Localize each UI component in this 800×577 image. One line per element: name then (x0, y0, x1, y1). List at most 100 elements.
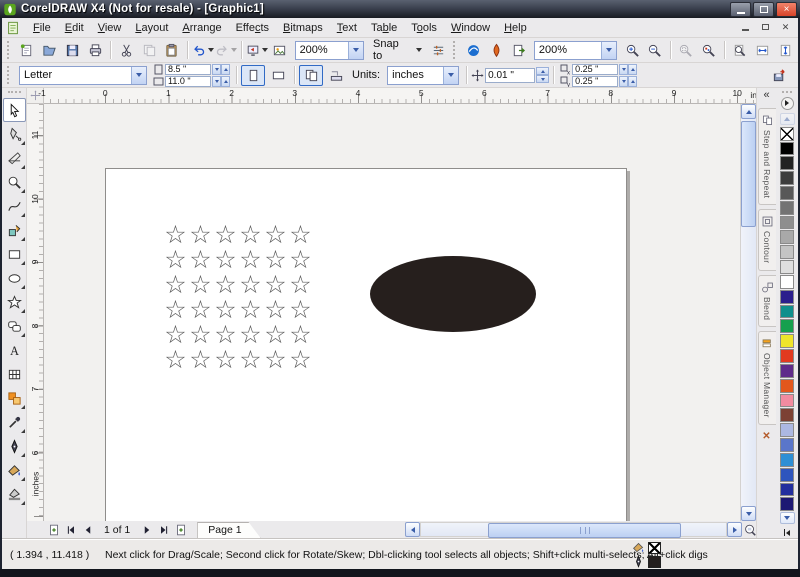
color-swatch[interactable] (780, 142, 794, 156)
options-button[interactable] (428, 40, 450, 61)
color-swatch[interactable] (780, 305, 794, 319)
all-pages-button[interactable] (299, 65, 323, 86)
color-swatch[interactable] (780, 156, 794, 170)
freehand-tool[interactable] (3, 194, 26, 218)
add-page-button[interactable] (45, 523, 62, 538)
star-grid-object[interactable]: ☆☆☆☆☆☆☆☆☆☆☆☆☆☆☆☆☆☆☆☆☆☆☆☆☆☆☆☆☆☆☆☆☆☆☆☆ (163, 222, 319, 372)
save-settings-button[interactable] (768, 65, 790, 86)
menu-file[interactable]: File (26, 19, 58, 37)
zoom-to-width-button[interactable] (751, 40, 773, 61)
color-swatch[interactable] (780, 245, 794, 259)
pick-tool[interactable] (3, 98, 26, 122)
color-swatch[interactable] (780, 468, 794, 482)
outline-pen-tool[interactable] (3, 434, 26, 458)
fill-tool[interactable] (3, 458, 26, 482)
zoom-to-page-button[interactable] (728, 40, 750, 61)
paper-width-up-button[interactable] (221, 64, 230, 75)
color-swatch[interactable] (780, 364, 794, 378)
chevron-down-icon[interactable] (443, 67, 458, 84)
paper-width-down-button[interactable] (212, 64, 221, 75)
last-page-button[interactable] (155, 523, 172, 538)
cut-button[interactable] (115, 40, 137, 61)
color-swatch[interactable] (780, 171, 794, 185)
duplicate-y-field[interactable] (572, 76, 618, 87)
duplicate-x-field[interactable] (572, 64, 618, 75)
outline-color-swatch[interactable] (648, 556, 661, 568)
snap-to-button[interactable]: Snap to (368, 40, 427, 61)
new-button[interactable] (16, 40, 38, 61)
first-page-button[interactable] (62, 523, 79, 538)
color-swatch[interactable] (780, 230, 794, 244)
color-swatch[interactable] (780, 334, 794, 348)
docker-tab-blend[interactable]: Blend (758, 275, 776, 327)
save-button[interactable] (62, 40, 84, 61)
palette-expand-button[interactable] (780, 527, 795, 539)
color-swatch[interactable] (780, 438, 794, 452)
paper-height-down-button[interactable] (212, 76, 221, 87)
print-button[interactable] (84, 40, 106, 61)
nudge-up-button[interactable] (536, 67, 549, 75)
horizontal-ruler[interactable]: inches -1012345678910 (44, 88, 760, 104)
application-launcher-button[interactable] (246, 40, 268, 61)
vertical-scroll-thumb[interactable] (741, 121, 756, 227)
scroll-up-button[interactable] (741, 104, 756, 119)
eyedropper-tool[interactable] (3, 410, 26, 434)
menu-bitmaps[interactable]: Bitmaps (276, 19, 330, 37)
color-swatch[interactable] (780, 379, 794, 393)
corel-online-button[interactable] (269, 40, 291, 61)
zoom-out-button[interactable] (644, 40, 666, 61)
chevron-down-icon[interactable] (348, 42, 363, 59)
duplicate-x-up-button[interactable] (628, 64, 637, 75)
color-swatch-none[interactable] (780, 127, 794, 141)
horizontal-scroll-thumb[interactable] (488, 523, 681, 538)
toolbar-grip[interactable] (7, 41, 12, 59)
interactive-fill-tool[interactable] (3, 482, 26, 506)
menu-tools[interactable]: Tools (404, 19, 444, 37)
scroll-left-button[interactable] (405, 522, 420, 537)
vertical-ruler[interactable]: inches 11109876 (27, 104, 44, 521)
rectangle-tool[interactable] (3, 242, 26, 266)
document-close-button[interactable]: ✕ (777, 21, 794, 34)
color-swatch[interactable] (780, 186, 794, 200)
color-swatch[interactable] (780, 319, 794, 333)
palette-scroll-up-button[interactable] (780, 113, 795, 125)
smart-fill-tool[interactable] (3, 218, 26, 242)
text-tool[interactable]: A (3, 338, 26, 362)
chevron-down-icon[interactable] (601, 42, 616, 59)
crop-tool[interactable] (3, 146, 26, 170)
menu-arrange[interactable]: Arrange (175, 19, 228, 37)
polygon-tool[interactable] (3, 290, 26, 314)
nudge-field[interactable] (485, 68, 535, 83)
color-swatch[interactable] (780, 201, 794, 215)
color-swatch[interactable] (780, 216, 794, 230)
color-swatch[interactable] (780, 483, 794, 497)
zoom-to-selected-button[interactable] (675, 40, 697, 61)
collapse-dockers-button[interactable]: « (763, 88, 769, 104)
menu-edit[interactable]: Edit (58, 19, 91, 37)
landscape-button[interactable] (266, 65, 290, 86)
paper-height-field[interactable] (165, 76, 211, 87)
zoom-tool[interactable] (3, 170, 26, 194)
menu-help[interactable]: Help (497, 19, 534, 37)
toolbox-grip[interactable] (8, 91, 21, 95)
document-minimize-button[interactable] (737, 21, 754, 34)
black-ellipse-object[interactable] (370, 256, 536, 332)
minimize-button[interactable] (730, 2, 751, 17)
color-swatch[interactable] (780, 423, 794, 437)
color-swatch[interactable] (780, 290, 794, 304)
menu-table[interactable]: Table (364, 19, 404, 37)
duplicate-y-down-button[interactable] (619, 76, 628, 87)
zoom-level-combo[interactable]: 200% (295, 41, 364, 60)
zoom-levels-combo[interactable]: 200% (534, 41, 617, 60)
restore-button[interactable] (753, 2, 774, 17)
drawing-canvas[interactable]: ☆☆☆☆☆☆☆☆☆☆☆☆☆☆☆☆☆☆☆☆☆☆☆☆☆☆☆☆☆☆☆☆☆☆☆☆ (44, 104, 740, 521)
document-restore-button[interactable] (757, 21, 774, 34)
toolbar-grip[interactable] (453, 41, 458, 59)
menu-layout[interactable]: Layout (128, 19, 175, 37)
scroll-right-button[interactable] (727, 522, 742, 537)
zoom-in-button[interactable] (621, 40, 643, 61)
table-tool[interactable] (3, 362, 26, 386)
blend-tool[interactable] (3, 386, 26, 410)
paper-width-field[interactable] (165, 64, 211, 75)
horizontal-scroll-track[interactable] (420, 522, 727, 537)
